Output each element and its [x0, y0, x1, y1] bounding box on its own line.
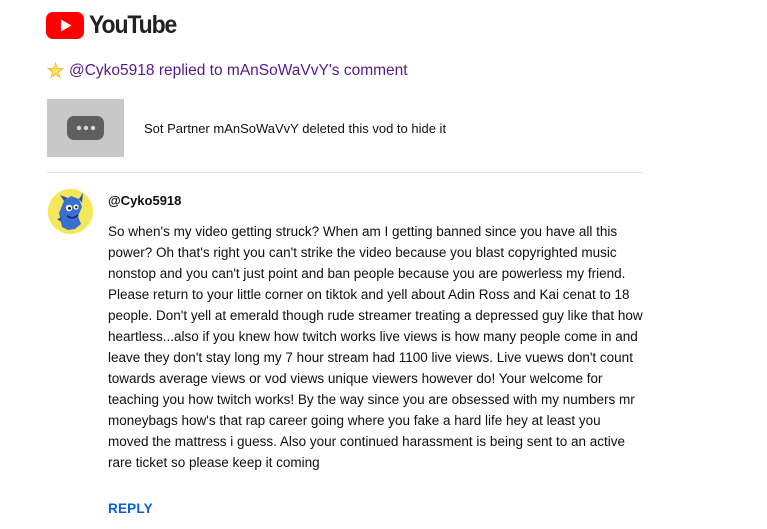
notification-text[interactable]: @Cyko5918 replied to mAnSoWaVvY's commen…	[69, 62, 408, 80]
notification-header[interactable]: @Cyko5918 replied to mAnSoWaVvY's commen…	[46, 61, 408, 80]
video-thumbnail[interactable]	[47, 99, 124, 157]
more-dots-icon	[76, 125, 95, 131]
logo-wordmark: YouTube	[89, 10, 177, 39]
comment-text: So when's my video getting struck? When …	[108, 224, 643, 470]
blue-creature-avatar-icon	[48, 189, 93, 234]
comment-author[interactable]: @Cyko5918	[108, 193, 181, 208]
youtube-play-icon	[46, 11, 84, 39]
video-item[interactable]: Sot Partner mAnSoWaVvY deleted this vod …	[47, 99, 643, 157]
reply-button[interactable]: REPLY	[108, 501, 153, 516]
youtube-logo[interactable]: YouTube	[46, 10, 184, 40]
section-divider	[47, 172, 643, 173]
avatar[interactable]	[48, 189, 93, 234]
video-title[interactable]: Sot Partner mAnSoWaVvY deleted this vod …	[144, 121, 446, 136]
sparkle-icon	[46, 61, 65, 80]
more-options-button[interactable]	[67, 116, 104, 140]
